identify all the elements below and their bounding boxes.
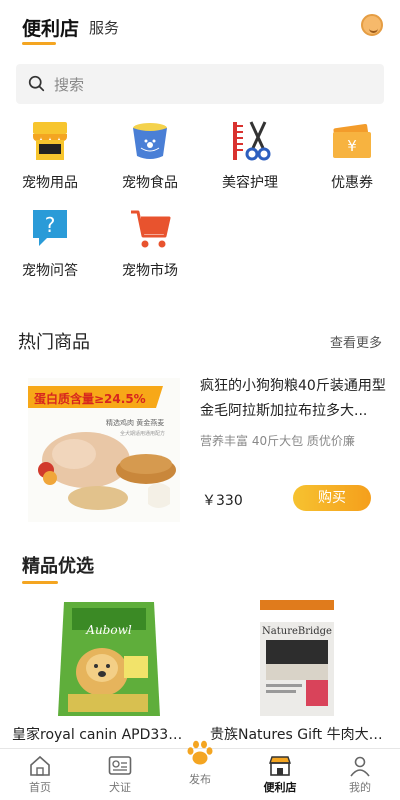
- hot-products-title: 热门商品: [18, 332, 90, 353]
- category-pet-market[interactable]: 宠物市场: [110, 206, 190, 280]
- product-price: ￥330: [202, 493, 243, 509]
- tab-services[interactable]: 服务: [89, 17, 119, 38]
- featured-item-name[interactable]: 贵族Natures Gift 牛肉大米...: [210, 724, 390, 744]
- category-grooming[interactable]: 美容护理: [210, 118, 290, 192]
- avatar[interactable]: [361, 14, 383, 36]
- paw-icon: [187, 740, 213, 765]
- svg-text:?: ?: [45, 213, 56, 237]
- category-label: 优惠券: [331, 175, 373, 191]
- question-chat-icon: ?: [33, 210, 67, 246]
- search-icon: [28, 75, 45, 92]
- category-label: 宠物市场: [122, 263, 178, 279]
- nav-label: 犬证: [109, 781, 131, 794]
- store-icon: [269, 756, 291, 776]
- featured-title-underline: [22, 581, 58, 584]
- product-image[interactable]: 蛋白质含量≥24.5% 精选鸡肉 黄金燕麦 全犬期适用通用配方: [28, 378, 180, 522]
- category-label: 宠物问答: [22, 263, 78, 279]
- bag-brand-text: NatureBridge: [262, 626, 332, 637]
- nav-label: 发布: [189, 773, 211, 786]
- dog-license-icon: [108, 756, 132, 775]
- featured-item-image[interactable]: NatureBridge: [222, 598, 372, 716]
- category-coupons[interactable]: ¥ 优惠券: [312, 118, 392, 192]
- protein-claim-text: 蛋白质含量≥24.5%: [34, 391, 146, 406]
- nav-label: 我的: [349, 781, 371, 794]
- nav-publish[interactable]: 发布: [170, 737, 230, 787]
- svg-text:¥: ¥: [347, 137, 357, 155]
- ingredient-text: 精选鸡肉 黄金燕麦: [106, 418, 164, 427]
- active-tab-indicator: [22, 42, 56, 45]
- dog-food-photo: 蛋白质含量≥24.5% 精选鸡肉 黄金燕麦 全犬期适用通用配方: [28, 378, 180, 522]
- scissors-comb-icon: [233, 121, 271, 161]
- nav-home[interactable]: 首页: [10, 755, 70, 795]
- home-icon: [30, 755, 50, 776]
- search-bar[interactable]: 搜索: [16, 64, 384, 104]
- user-icon: [350, 756, 370, 777]
- royal-canin-bag-image: Aubowl: [58, 602, 160, 716]
- featured-item-name[interactable]: 皇家royal canin APD33泰...: [12, 724, 192, 744]
- featured-item-image[interactable]: Aubowl: [38, 598, 188, 716]
- top-header: 便利店 服务: [0, 0, 400, 56]
- category-label: 宠物用品: [22, 175, 78, 191]
- nav-label: 首页: [29, 781, 51, 794]
- product-title[interactable]: 疯狂的小狗狗粮40斤装通用型金毛阿拉斯加拉布拉多大...: [200, 374, 388, 424]
- featured-title: 精品优选: [22, 556, 94, 577]
- nav-label: 便利店: [263, 781, 297, 794]
- bottom-nav: 首页 犬证 发布 便利店 我的: [0, 740, 400, 800]
- product-subtitle: 营养丰富 40斤大包 质优价廉: [200, 434, 355, 448]
- cart-icon: [131, 210, 171, 248]
- buy-button[interactable]: 购买: [293, 485, 371, 511]
- nature-bridge-bag-image: NatureBridge: [260, 600, 334, 716]
- category-pet-qa[interactable]: ? 宠物问答: [10, 206, 90, 280]
- shop-icon: [33, 122, 67, 160]
- search-placeholder: 搜索: [54, 76, 85, 94]
- view-more-link[interactable]: 查看更多: [330, 332, 382, 351]
- category-pet-food[interactable]: 宠物食品: [110, 118, 190, 192]
- formula-text: 全犬期适用通用配方: [120, 430, 165, 437]
- pet-bowl-icon: [133, 123, 167, 159]
- nav-store[interactable]: 便利店: [250, 755, 310, 795]
- category-pet-supplies[interactable]: 宠物用品: [10, 118, 90, 192]
- bag-brand-text: Aubowl: [85, 623, 132, 637]
- coupon-icon: ¥: [333, 124, 371, 158]
- category-label: 美容护理: [222, 175, 278, 191]
- nav-dog-license[interactable]: 犬证: [90, 755, 150, 795]
- category-label: 宠物食品: [122, 175, 178, 191]
- tab-convenience-store[interactable]: 便利店: [22, 14, 79, 41]
- nav-profile[interactable]: 我的: [330, 755, 390, 795]
